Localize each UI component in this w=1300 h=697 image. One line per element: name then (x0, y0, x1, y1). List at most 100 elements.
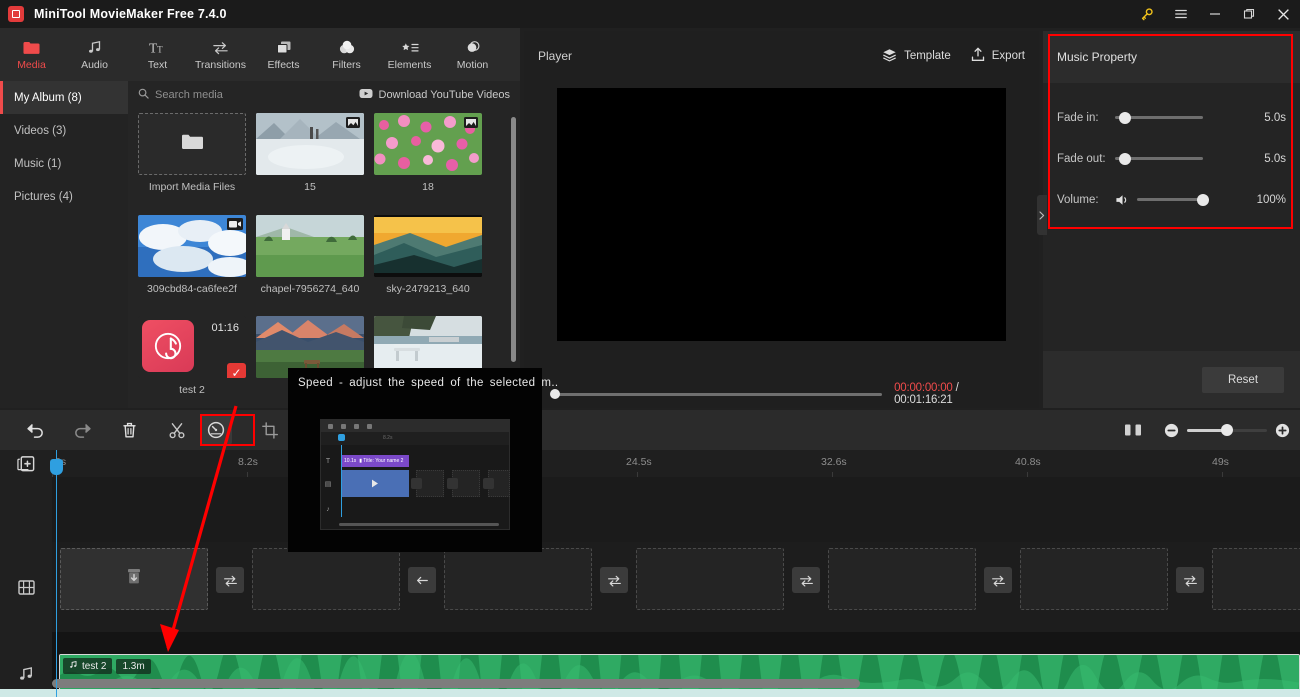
tab-audio-label: Audio (81, 59, 108, 71)
media-panel-scrollbar[interactable] (511, 117, 516, 362)
volume-knob[interactable] (1197, 193, 1209, 206)
transition-marker[interactable] (408, 567, 436, 593)
fade-in-value: 5.0s (1264, 111, 1286, 124)
media-item-15[interactable]: 15 (256, 113, 364, 205)
import-media-thumb[interactable] (138, 113, 246, 175)
player-seek-knob[interactable] (550, 389, 560, 399)
media-item-309cbd84[interactable]: 309cbd84-ca6fee2f (138, 214, 246, 307)
transition-marker[interactable] (1176, 567, 1204, 593)
transition-marker[interactable] (600, 567, 628, 593)
media-thumbnail[interactable]: 01:16 ✓ (138, 316, 246, 379)
add-media-icon[interactable] (0, 450, 52, 477)
timeline-zoom-knob[interactable] (1221, 424, 1233, 436)
transition-marker[interactable] (216, 567, 244, 593)
split-view-icon[interactable] (1109, 415, 1156, 445)
media-thumbnail[interactable] (256, 214, 364, 277)
sidebar-item-pictures[interactable]: Pictures (4) (0, 180, 128, 213)
timeline-playhead[interactable] (50, 450, 63, 697)
timeline-ruler[interactable]: 0s 8.2s 16.4s 24.5s 32.6s 40.8s 49s (52, 450, 1300, 477)
video-clip-placeholder[interactable] (1020, 548, 1168, 610)
speaker-icon[interactable] (1115, 193, 1137, 207)
timeline-overlay-track[interactable] (52, 477, 1300, 542)
youtube-download-icon (359, 88, 373, 102)
transition-marker[interactable] (984, 567, 1012, 593)
zoom-out-circle-icon[interactable] (1164, 423, 1179, 438)
sidebar-item-music[interactable]: Music (1) (0, 147, 128, 180)
crop-button[interactable] (246, 415, 293, 445)
bottom-edge-strip (0, 689, 1300, 697)
video-camera-badge-icon (227, 217, 243, 230)
media-thumbnail[interactable] (374, 214, 482, 277)
media-item-test2-audio[interactable]: 01:16 ✓ test 2 (138, 316, 246, 408)
undo-button[interactable] (12, 415, 59, 445)
delete-button[interactable] (106, 415, 153, 445)
template-button[interactable]: Template (882, 48, 951, 65)
player-seek-slider[interactable] (550, 389, 883, 399)
download-box-icon (127, 568, 142, 590)
media-grid: Import Media Files 15 18 309cbd84-ca6fee… (128, 109, 520, 408)
tab-effects[interactable]: Effects (252, 28, 315, 81)
video-clip-placeholder[interactable] (444, 548, 592, 610)
tab-elements[interactable]: Elements (378, 28, 441, 81)
export-button[interactable]: Export (971, 47, 1025, 65)
media-label: chapel-7956274_640 (260, 282, 360, 295)
minimize-icon[interactable] (1198, 0, 1232, 28)
droplets-icon (339, 38, 355, 55)
panel-collapse-button[interactable] (1037, 195, 1047, 235)
video-clip-placeholder[interactable] (1212, 548, 1300, 610)
tab-audio[interactable]: Audio (63, 28, 126, 81)
tab-filters[interactable]: Filters (315, 28, 378, 81)
audio-clip-tags: test 2 1.3m (63, 658, 151, 674)
video-preview-canvas[interactable] (557, 88, 1006, 341)
key-icon[interactable] (1130, 0, 1164, 28)
music-note-icon (87, 38, 103, 55)
audio-track-header[interactable] (0, 633, 52, 697)
search-input[interactable]: Search media (138, 88, 223, 102)
image-badge-icon (345, 116, 361, 128)
media-thumbnail[interactable] (256, 113, 364, 175)
media-item-18[interactable]: 18 (374, 113, 482, 205)
sidebar-item-my-album[interactable]: My Album (8) (0, 81, 128, 114)
redo-button[interactable] (59, 415, 106, 445)
search-icon (138, 88, 149, 102)
tab-transitions[interactable]: Transitions (189, 28, 252, 81)
timeline-video-track[interactable] (52, 542, 1300, 632)
media-item-chapel[interactable]: chapel-7956274_640 (256, 214, 364, 307)
fade-out-slider[interactable] (1115, 152, 1203, 165)
tab-media[interactable]: Media (0, 28, 63, 81)
transition-marker[interactable] (792, 567, 820, 593)
timeline-zoom-slider[interactable] (1187, 424, 1267, 436)
video-clip-placeholder[interactable] (828, 548, 976, 610)
sidebar-item-videos[interactable]: Videos (3) (0, 114, 128, 147)
maximize-icon[interactable] (1232, 0, 1266, 28)
video-clip-placeholder[interactable] (60, 548, 208, 610)
speed-button[interactable] (200, 415, 232, 445)
check-icon[interactable]: ✓ (227, 363, 246, 379)
app-root: MiniTool MovieMaker Free 7.4.0 Media Aud… (0, 0, 1300, 697)
volume-slider[interactable] (1137, 193, 1209, 206)
media-thumbnail[interactable] (374, 113, 482, 175)
fade-in-slider[interactable] (1115, 111, 1203, 124)
video-clip-placeholder[interactable] (636, 548, 784, 610)
hamburger-menu-icon[interactable] (1164, 0, 1198, 28)
fade-in-knob[interactable] (1119, 111, 1131, 124)
video-track-header[interactable] (0, 543, 52, 631)
close-icon[interactable] (1266, 0, 1300, 28)
split-button[interactable] (153, 415, 200, 445)
reset-button[interactable]: Reset (1202, 366, 1284, 393)
tab-motion-label: Motion (456, 59, 489, 71)
tab-text[interactable]: TT Text (126, 28, 189, 81)
media-item-sky[interactable]: sky-2479213_640 (374, 214, 482, 307)
download-youtube-videos-button[interactable]: Download YouTube Videos (359, 88, 510, 102)
timeline-panel: 0s 8.2s 16.4s 24.5s 32.6s 40.8s 49s (0, 450, 1300, 697)
fade-out-knob[interactable] (1119, 152, 1131, 165)
media-thumbnail[interactable] (138, 214, 246, 277)
tab-media-label: Media (17, 59, 46, 71)
tab-motion[interactable]: Motion (441, 28, 504, 81)
timeline-horizontal-scrollbar[interactable] (52, 679, 1300, 688)
zoom-in-circle-icon[interactable] (1275, 423, 1290, 438)
import-media-files-cell[interactable]: Import Media Files (138, 113, 246, 205)
video-clip-placeholder[interactable] (252, 548, 400, 610)
playhead-handle[interactable] (50, 459, 63, 475)
album-sidebar: My Album (8) Videos (3) Music (1) Pictur… (0, 81, 128, 408)
